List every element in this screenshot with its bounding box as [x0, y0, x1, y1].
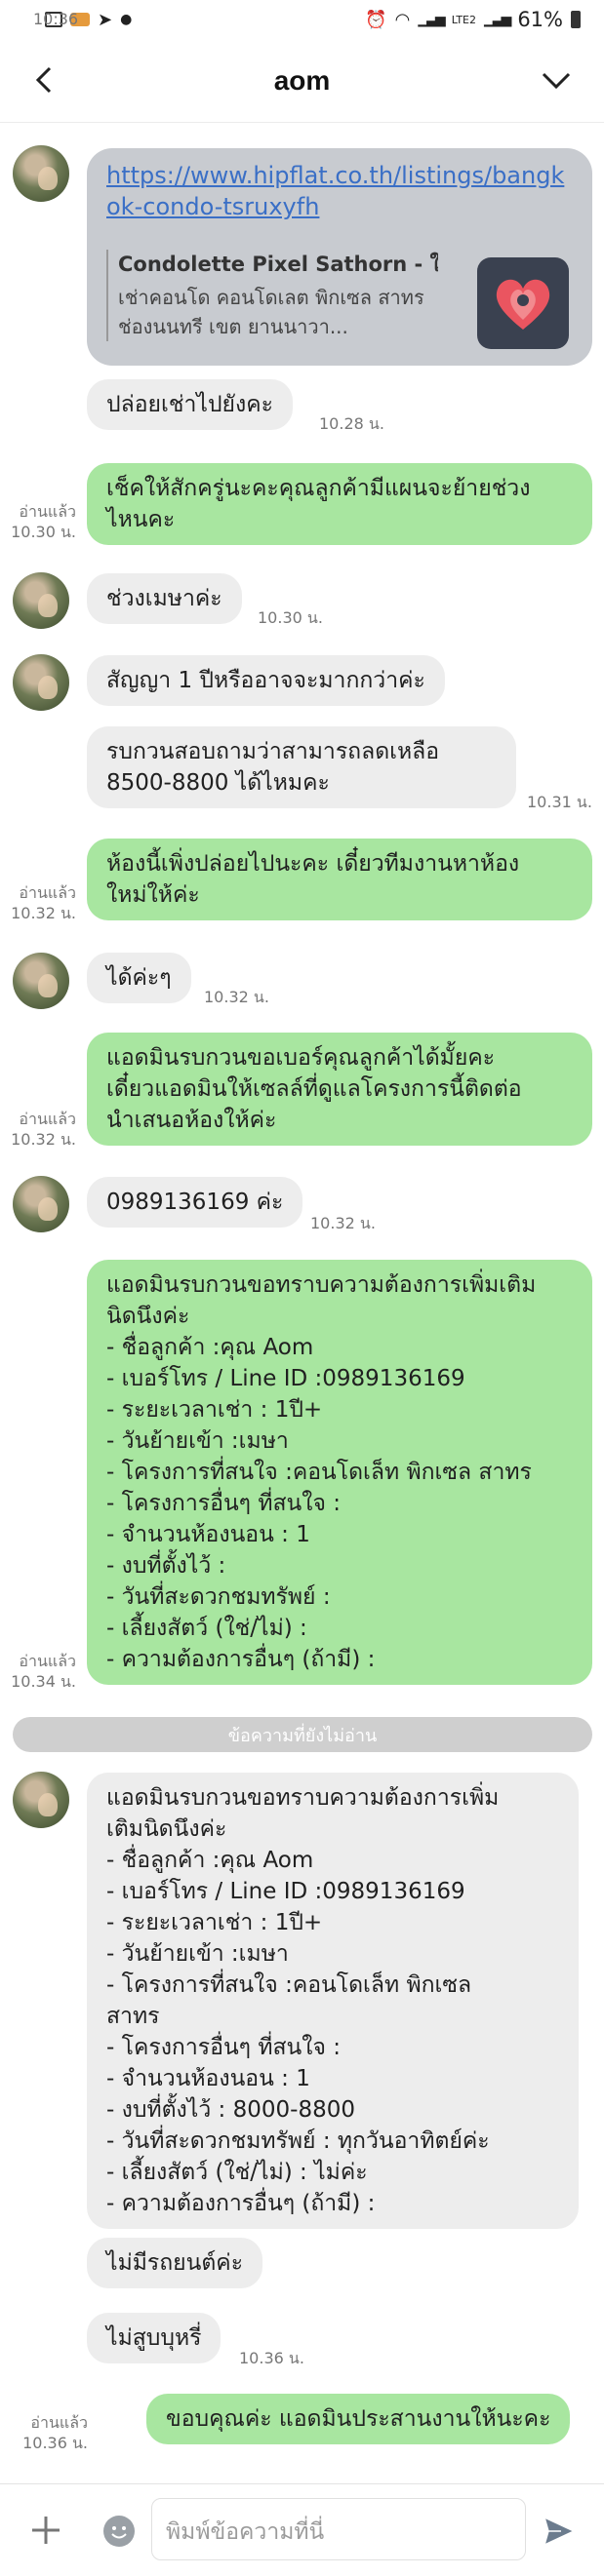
preview-title: Condolette Pixel Sathorn - ให้เ... — [118, 253, 438, 276]
status-bar: 10:36 ➤ ● ⏰ ◠ ▁▃▅ LTE2 ▁▃▅ 61% — [0, 0, 604, 39]
battery-icon — [571, 11, 581, 28]
avatar[interactable] — [13, 654, 69, 711]
read-receipt: อ่านแล้ว 10.36 น. — [22, 2413, 88, 2452]
message-time: 10.36 น. — [239, 2349, 304, 2367]
avatar[interactable] — [13, 145, 69, 202]
read-receipt: อ่านแล้ว 10.32 น. — [11, 883, 76, 922]
message-outgoing[interactable]: เช็คให้สักครู่นะคะคุณลูกค้ามีแผนจะย้ายช่… — [87, 463, 592, 545]
send-notification-icon: ➤ — [98, 9, 113, 30]
read-receipt: อ่านแล้ว 10.30 น. — [11, 502, 76, 541]
plus-icon[interactable] — [29, 2514, 62, 2547]
message-time: 10.32 น. — [204, 988, 269, 1006]
message-incoming[interactable]: รบกวนสอบถามว่าสามารถลดเหลือ 8500-8800 ได… — [87, 726, 516, 808]
message-outgoing[interactable]: แอดมินรบกวนขอทราบความต้องการเพิ่มเติม นิ… — [87, 1260, 592, 1685]
message-incoming[interactable]: ช่วงเมษาค่ะ — [87, 573, 242, 624]
avatar[interactable] — [13, 572, 69, 629]
smile-icon — [111, 2526, 127, 2539]
message-outgoing[interactable]: แอดมินรบกวนขอเบอร์คุณลูกค้าได้มั้ยคะ เดี… — [87, 1033, 592, 1146]
message-incoming[interactable]: ปล่อยเช่าไปยังคะ — [87, 379, 293, 430]
status-time: 10:36 — [33, 10, 79, 28]
message-time: 10.31 น. — [527, 793, 592, 811]
avatar[interactable] — [13, 953, 69, 1009]
message-outgoing[interactable]: ขอบคุณค่ะ แอดมินประสานงานให้นะคะ — [146, 2394, 571, 2444]
link-preview-card[interactable]: https://www.hipflat.co.th/listings/bangk… — [87, 148, 592, 366]
message-incoming[interactable]: ไม่สูบบุหรี่ — [87, 2313, 221, 2363]
chat-title: aom — [273, 64, 331, 96]
message-incoming[interactable]: ได้ค่ะๆ — [87, 953, 191, 1003]
link-preview[interactable]: Condolette Pixel Sathorn - ให้เ... เช่าค… — [106, 250, 438, 341]
avatar[interactable] — [13, 1176, 69, 1232]
chevron-down-icon[interactable] — [538, 62, 575, 99]
shared-link[interactable]: https://www.hipflat.co.th/listings/bangk… — [106, 160, 575, 222]
hipflat-logo — [477, 257, 569, 349]
network-type: LTE2 — [451, 13, 476, 26]
unread-divider: ข้อความที่ยังไม่อ่าน — [13, 1717, 592, 1752]
chat-area[interactable]: https://www.hipflat.co.th/listings/bangk… — [0, 124, 604, 2483]
signal-icon-2: ▁▃▅ — [484, 12, 511, 27]
read-receipt: อ่านแล้ว 10.34 น. — [11, 1652, 76, 1691]
wifi-icon: ◠ — [394, 9, 411, 30]
chat-header: aom — [0, 39, 604, 123]
back-arrow-icon[interactable] — [29, 64, 60, 96]
avatar[interactable] — [13, 1772, 69, 1828]
send-icon[interactable] — [542, 2514, 577, 2549]
battery-level: 61% — [517, 8, 563, 31]
message-incoming[interactable]: แอดมินรบกวนขอทราบความต้องการเพิ่ม เติมนิ… — [87, 1773, 579, 2229]
message-time: 10.28 น. — [319, 414, 384, 433]
dot-icon: ● — [120, 12, 133, 27]
message-time: 10.30 น. — [258, 608, 323, 627]
message-input[interactable]: พิมพ์ข้อความที่นี่ — [151, 2498, 526, 2560]
message-incoming[interactable]: ไม่มีรถยนต์ค่ะ — [87, 2238, 263, 2288]
heart-pin-icon — [496, 279, 550, 330]
alarm-icon: ⏰ — [365, 9, 387, 30]
message-time: 10.32 น. — [310, 1214, 376, 1232]
read-receipt: อ่านแล้ว 10.32 น. — [11, 1110, 76, 1149]
message-incoming[interactable]: สัญญา 1 ปีหรืออาจจะมากกว่าค่ะ — [87, 655, 445, 706]
message-outgoing[interactable]: ห้องนี้เพิ่งปล่อยไปนะคะ เดี๋ยวทีมงานหาห้… — [87, 839, 592, 920]
message-composer: พิมพ์ข้อความที่นี่ — [0, 2483, 604, 2576]
message-incoming[interactable]: 0989136169 ค่ะ — [87, 1177, 303, 1228]
emoji-icon[interactable] — [103, 2516, 135, 2547]
preview-description: เช่าคอนโด คอนโดเลต พิกเซล สาทร ช่องนนทรี… — [118, 286, 424, 338]
signal-icon: ▁▃▅ — [418, 12, 445, 27]
